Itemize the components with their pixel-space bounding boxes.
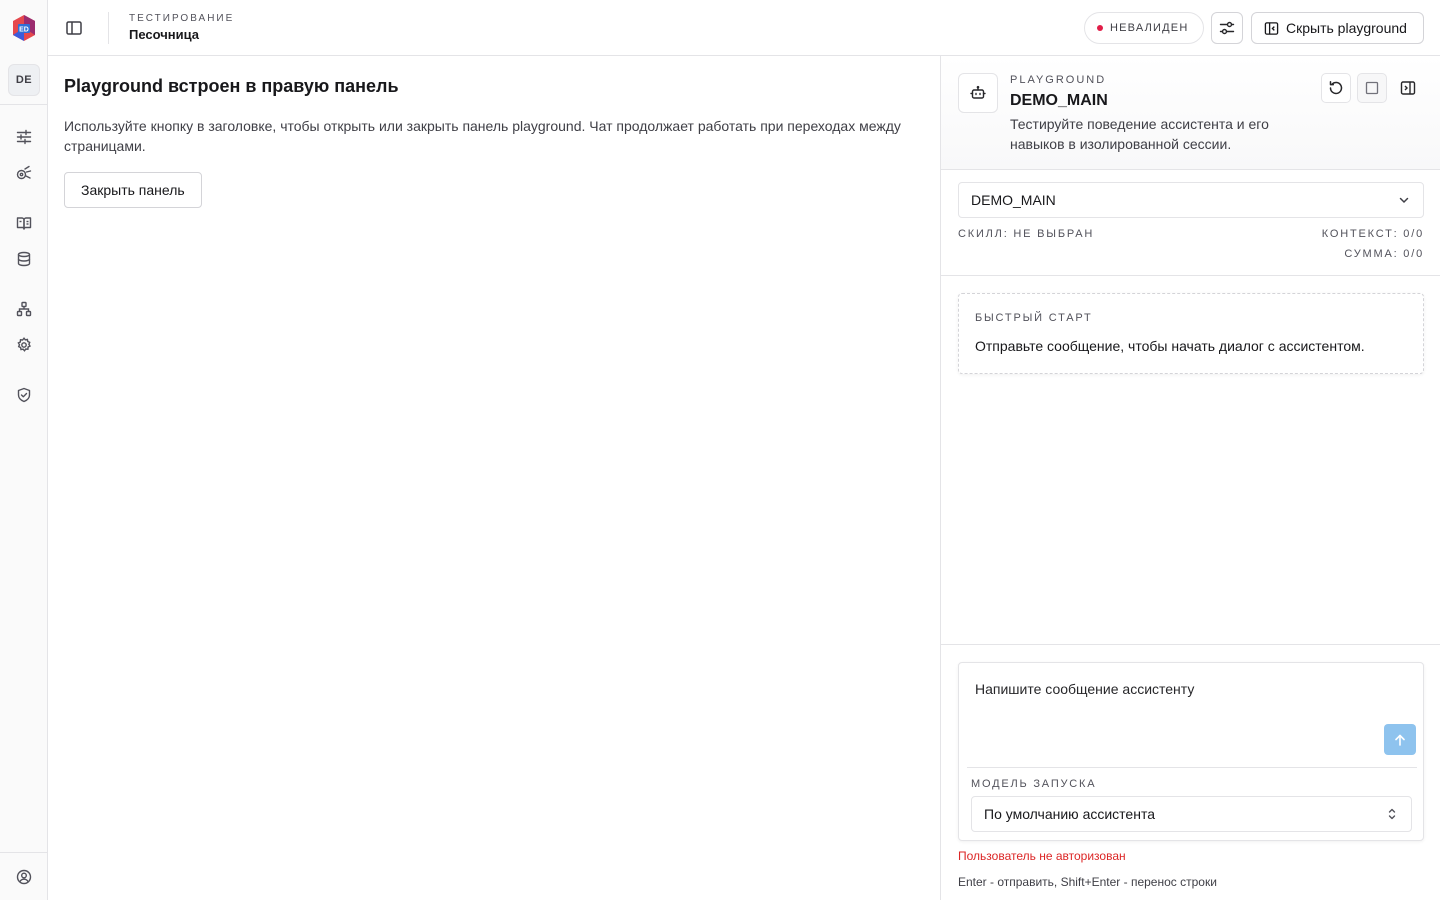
skills-icon[interactable]	[14, 163, 34, 183]
square-icon	[1365, 81, 1379, 95]
quick-start-label: БЫСТРЫЙ СТАРТ	[975, 312, 1093, 324]
auth-error-message: Пользователь не авторизован	[958, 849, 1126, 863]
page-title: Песочница	[129, 27, 200, 42]
status-dot	[1097, 25, 1103, 31]
playground-config: DEMO_MAIN СКИЛЛ: НЕ ВЫБРАН КОНТЕКСТ: 0/0…	[941, 170, 1440, 276]
settings-button[interactable]	[1211, 12, 1243, 44]
maximize-button[interactable]	[1357, 73, 1387, 103]
database-icon[interactable]	[14, 249, 34, 269]
send-button[interactable]	[1384, 724, 1416, 755]
status-badge[interactable]: НЕВАЛИДЕН	[1084, 12, 1204, 44]
skill-status: СКИЛЛ: НЕ ВЫБРАН	[958, 228, 1095, 240]
workspace-badge[interactable]: DE	[8, 64, 40, 96]
book-icon[interactable]	[14, 213, 34, 233]
close-panel-button[interactable]: Закрыть панель	[64, 172, 202, 208]
rail-divider	[0, 104, 47, 105]
playground-panel: PLAYGROUND DEMO_MAIN Тестируйте поведени…	[940, 56, 1440, 900]
panel-left-icon	[1264, 21, 1279, 35]
sliders-horizontal-icon	[1219, 21, 1235, 35]
composer-area: МОДЕЛЬ ЗАПУСКА По умолчанию ассистента П…	[941, 644, 1440, 900]
model-select[interactable]: По умолчанию ассистента	[971, 796, 1412, 832]
main-description: Используйте кнопку в заголовке, чтобы от…	[64, 118, 901, 154]
sliders-icon[interactable]	[14, 127, 34, 147]
keyboard-hint: Enter - отправить, Shift+Enter - перенос…	[958, 875, 1217, 889]
main-heading: Playground встроен в правую панель	[64, 76, 399, 96]
model-select-value: По умолчанию ассистента	[984, 806, 1155, 822]
context-counter: КОНТЕКСТ: 0/0	[1321, 228, 1424, 240]
sum-counter: СУММА: 0/0	[1344, 248, 1424, 260]
user-circle-icon[interactable]	[14, 867, 34, 887]
gear-icon[interactable]	[14, 335, 34, 355]
playground-description: Тестируйте поведение ассистента и его на…	[1010, 116, 1269, 152]
main-content: Playground встроен в правую панель Испол…	[48, 56, 940, 900]
model-label: МОДЕЛЬ ЗАПУСКА	[971, 778, 1097, 790]
hide-playground-button[interactable]: Скрыть playground	[1251, 12, 1424, 44]
svg-text:ED: ED	[19, 27, 29, 34]
message-input[interactable]	[975, 681, 1375, 721]
user-area	[0, 852, 47, 900]
left-rail: ED DE	[0, 0, 48, 900]
breadcrumb-section[interactable]: ТЕСТИРОВАНИЕ	[129, 13, 234, 24]
bot-icon	[958, 73, 998, 113]
quick-start-text: Отправьте сообщение, чтобы начать диалог…	[975, 338, 1365, 354]
message-composer: МОДЕЛЬ ЗАПУСКА По умолчанию ассистента	[958, 662, 1424, 841]
app-logo-icon[interactable]: ED	[12, 14, 36, 42]
panel-right-close-icon	[1400, 81, 1416, 95]
composer-divider	[967, 767, 1417, 768]
shield-check-icon[interactable]	[14, 385, 34, 405]
playground-header: PLAYGROUND DEMO_MAIN Тестируйте поведени…	[941, 56, 1440, 170]
playground-name: DEMO_MAIN	[1010, 92, 1108, 109]
network-icon[interactable]	[14, 299, 34, 319]
hide-playground-label: Скрыть playground	[1286, 20, 1407, 36]
assistant-select-value: DEMO_MAIN	[971, 192, 1056, 208]
quick-start-card: БЫСТРЫЙ СТАРТ Отправьте сообщение, чтобы…	[958, 293, 1424, 374]
arrow-up-icon	[1395, 734, 1405, 746]
collapse-panel-button[interactable]	[1393, 73, 1423, 103]
status-text: НЕВАЛИДЕН	[1110, 22, 1189, 34]
playground-label: PLAYGROUND	[1010, 74, 1107, 86]
reset-session-button[interactable]	[1321, 73, 1351, 103]
rotate-ccw-icon	[1329, 81, 1343, 95]
header-divider	[108, 12, 109, 44]
top-header: ТЕСТИРОВАНИЕ Песочница НЕВАЛИДЕН Скрыть …	[48, 0, 1440, 56]
chevrons-up-down-icon	[1388, 808, 1396, 820]
chevron-down-icon	[1399, 197, 1409, 204]
assistant-select[interactable]: DEMO_MAIN	[958, 182, 1424, 218]
sidebar-toggle-icon[interactable]	[64, 18, 84, 38]
